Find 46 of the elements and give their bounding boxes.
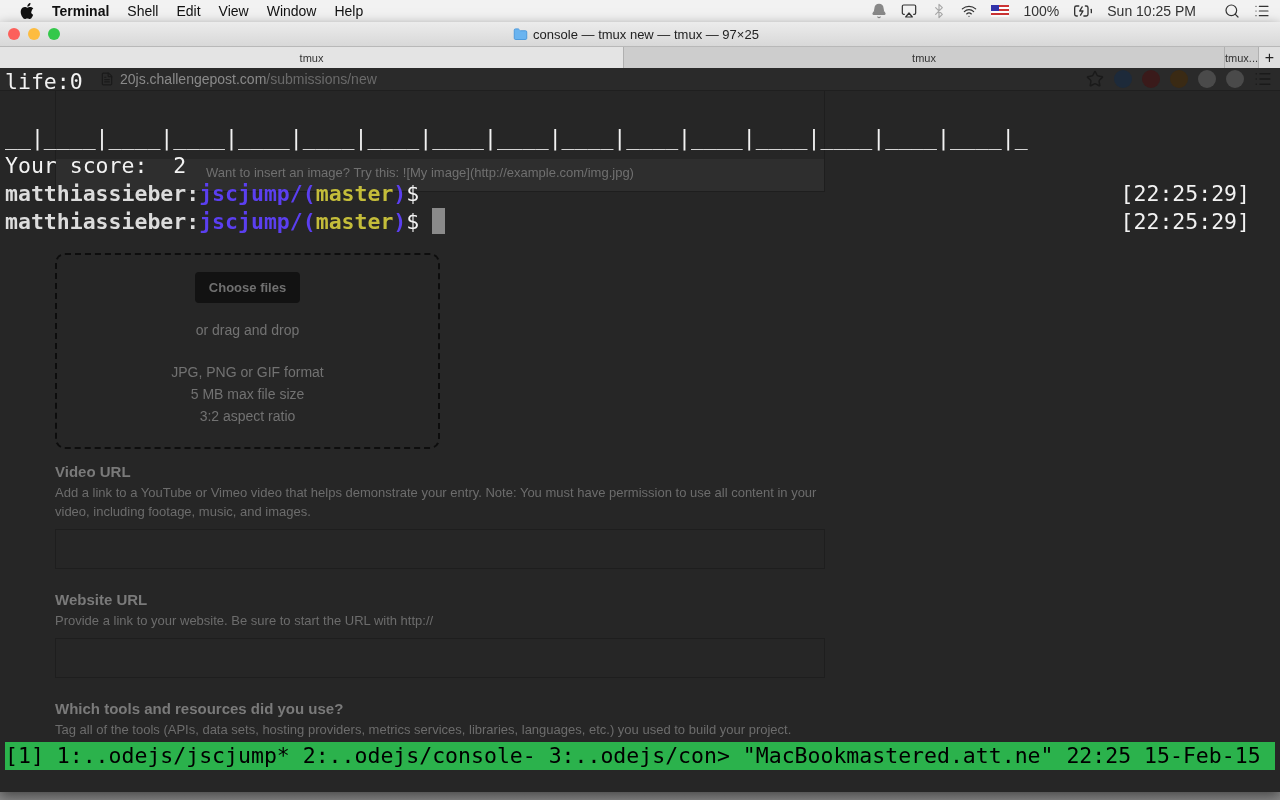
extension-icon[interactable] [1198, 70, 1216, 88]
prompt-time: [22:25:29] [1120, 208, 1250, 236]
search-icon[interactable] [1224, 3, 1240, 19]
field-label: Which tools and resources did you use? [55, 700, 345, 717]
field-label: Video URL [55, 463, 132, 480]
new-tab-button[interactable]: + [1259, 47, 1280, 68]
prompt-time: [22:25:29] [1120, 180, 1250, 208]
upload-note: 5 MB max file size [190, 385, 305, 404]
minimize-button[interactable] [28, 28, 40, 40]
menu-item[interactable]: Edit [176, 3, 201, 19]
choose-files-button[interactable]: Choose files [194, 272, 301, 303]
prompt-line: matthiassieber:jscjump/(master)$ [5, 208, 420, 236]
window-title: console — tmux new — tmux — 97×25 [533, 26, 759, 42]
menu-item[interactable]: Window [266, 3, 317, 19]
bell-icon[interactable] [871, 3, 888, 19]
address-bar[interactable]: 20js.challengepost.com/submissions/new [100, 71, 1080, 87]
tab[interactable]: tmux... [1225, 47, 1259, 68]
folder-icon [513, 26, 529, 42]
upload-note: JPG, PNG or GIF format [171, 363, 324, 382]
prompt-line: matthiassieber:jscjump/(master)$ [5, 180, 420, 208]
tmux-status-bar: [1] 1:..odejs/jscjump* 2:..odejs/console- 3:..odejs/con> "MacBookmastered.att.ne" 22:25 15-Feb-15 [5, 742, 1275, 770]
field-help: Add a link to a YouTube or Vimeo video that helps demonstrate your entry. Note: You must have permission to use all content in your video, including footage, music, and images. [55, 484, 818, 521]
wifi-icon[interactable] [961, 3, 978, 19]
field-label: Website URL [55, 591, 149, 608]
close-button[interactable] [8, 28, 20, 40]
airplay-icon[interactable] [901, 3, 918, 19]
terminal-text: life:0 [5, 68, 83, 96]
terminal-text: Your score: 2 [5, 152, 187, 180]
list-icon[interactable] [1254, 3, 1270, 19]
battery-percent: 100% [1023, 3, 1060, 19]
upload-note: 3:2 aspect ratio [199, 407, 296, 426]
flag-icon[interactable] [991, 5, 1010, 17]
menu-item[interactable]: View [218, 3, 249, 19]
field-help: Provide a link to your website. Be sure to start the URL with http:// [55, 612, 435, 630]
dropzone[interactable]: Choose files or drag and drop JPG, PNG or GIF format 5 MB max file size 3:2 aspect ratio [55, 253, 440, 449]
zoom-button[interactable] [48, 28, 60, 40]
menu-item[interactable]: Shell [127, 3, 159, 19]
apple-logo-icon[interactable] [20, 3, 34, 19]
menu-clock[interactable]: Sun 10:25 PM [1107, 3, 1196, 19]
field-help: Tag all of the tools (APIs, data sets, hosting providers, metrics services, libraries, languages, etc.) you used to build your project. [55, 721, 793, 739]
extension-icon[interactable] [1226, 70, 1244, 88]
tab[interactable]: tmux [0, 47, 624, 68]
menu-item[interactable]: Help [334, 3, 364, 19]
drop-text: or drag and drop [195, 321, 300, 340]
terminal-text: __|____|____|____|____|____|____|____|____|____|____|____|____|____|____|____|_ [5, 124, 1028, 152]
menu-app-name[interactable]: Terminal [52, 3, 110, 19]
